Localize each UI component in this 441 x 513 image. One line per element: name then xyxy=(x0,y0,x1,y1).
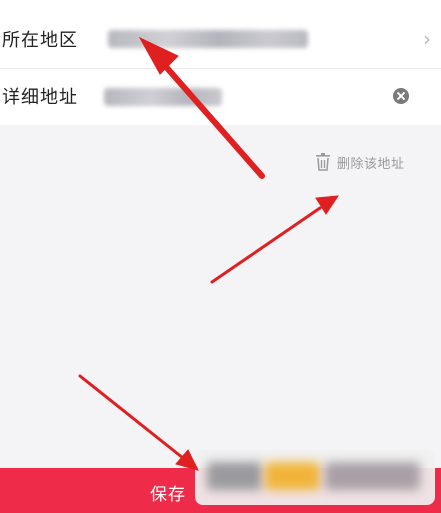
arrow-to-region xyxy=(138,36,265,179)
arrow-to-delete xyxy=(210,195,339,284)
arrow-to-save xyxy=(78,374,199,471)
annotation-arrows xyxy=(78,36,339,471)
